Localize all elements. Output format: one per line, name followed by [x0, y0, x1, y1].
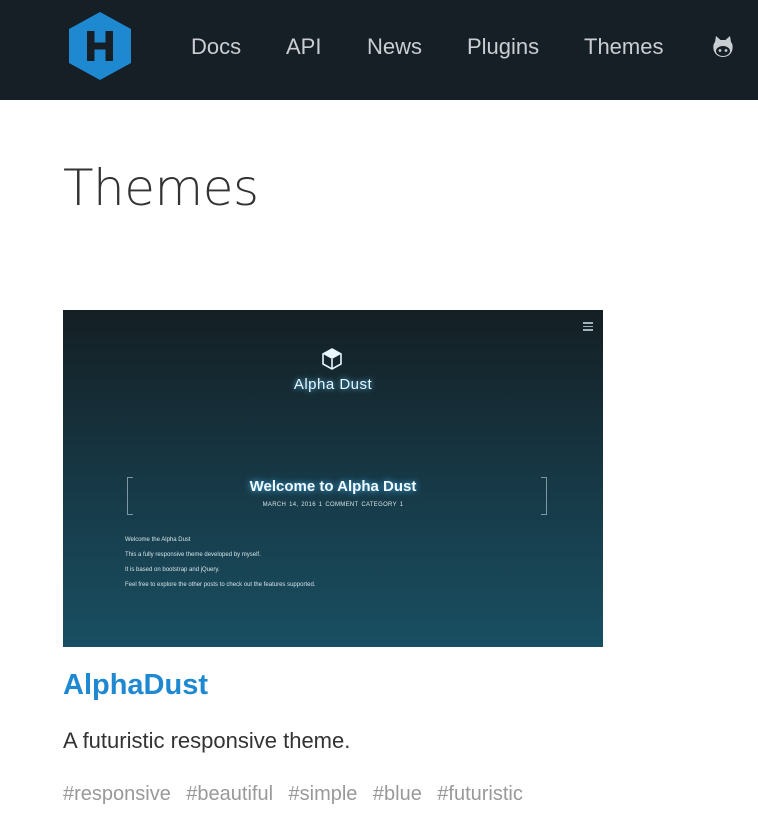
theme-preview-image[interactable]: Alpha Dust Welcome to Alpha Dust MARCH 1… — [63, 310, 603, 647]
hexo-logo-icon[interactable] — [69, 12, 131, 80]
nav-news-link[interactable]: News — [367, 34, 422, 60]
preview-brand-title: Alpha Dust — [293, 376, 373, 393]
nav-api-link[interactable]: API — [286, 34, 321, 60]
preview-body-line: This a fully responsive theme developed … — [125, 552, 261, 558]
tag-link[interactable]: #blue — [373, 782, 422, 806]
preview-body-line: It is based on bootstrap and jQuery. — [125, 567, 220, 573]
nav-docs-link[interactable]: Docs — [191, 34, 241, 60]
tag-link[interactable]: #simple — [289, 782, 358, 806]
tag-link[interactable]: #futuristic — [437, 782, 523, 806]
preview-welcome-heading: Welcome to Alpha Dust — [249, 478, 417, 495]
nav-themes-link[interactable]: Themes — [584, 34, 663, 60]
github-icon[interactable] — [710, 34, 736, 60]
nav-plugins-link[interactable]: Plugins — [467, 34, 539, 60]
top-navbar: Docs API News Plugins Themes — [0, 0, 758, 100]
theme-description: A futuristic responsive theme. — [63, 728, 351, 753]
tag-link[interactable]: #beautiful — [186, 782, 273, 806]
page-title: Themes — [63, 159, 259, 217]
tag-link[interactable]: #responsive — [63, 782, 171, 806]
preview-body-line: Welcome the Alpha Dust — [125, 537, 191, 543]
preview-body-line: Feel free to explore the other posts to … — [125, 582, 316, 588]
theme-name-link[interactable]: AlphaDust — [63, 667, 208, 703]
cube-icon — [322, 348, 342, 370]
hamburger-menu-icon — [583, 322, 593, 331]
preview-post-meta: MARCH 14, 2016 1 COMMENT CATEGORY 1 — [262, 502, 404, 508]
theme-tags: #responsive #beautiful #simple #blue #fu… — [63, 782, 534, 806]
